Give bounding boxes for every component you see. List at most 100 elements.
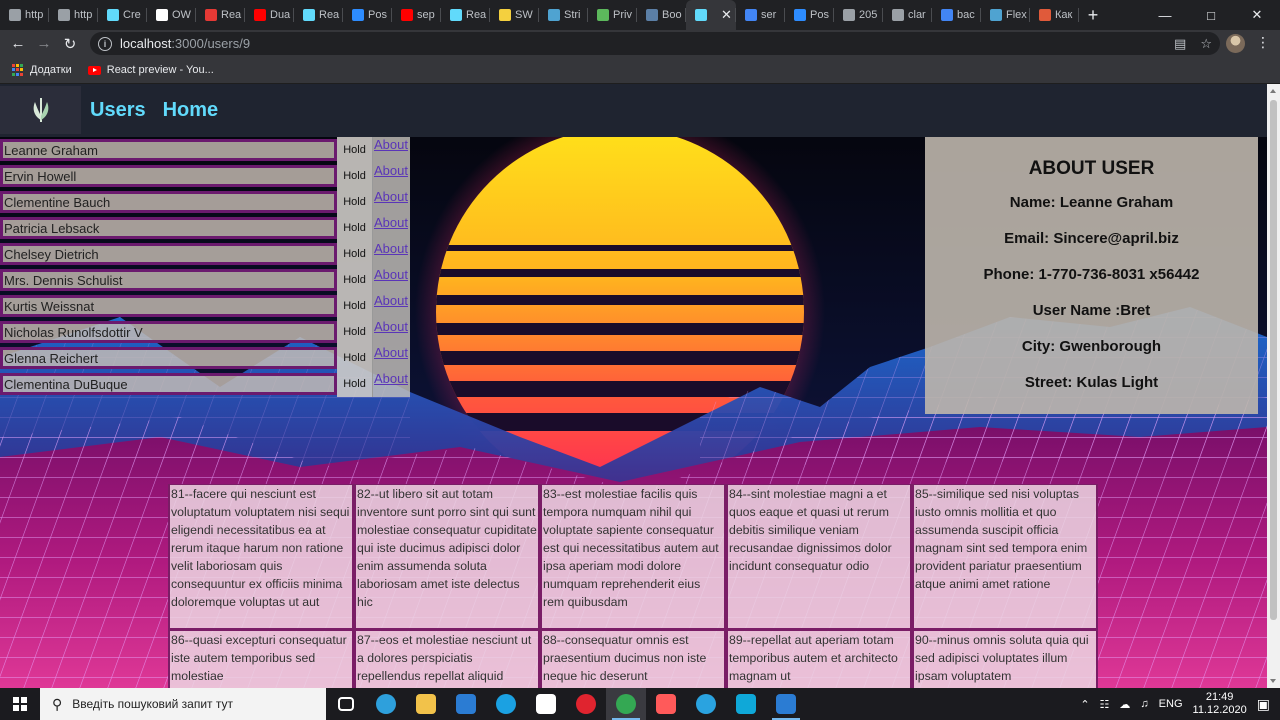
scroll-up-icon[interactable]: [1270, 89, 1276, 93]
back-arrow-icon[interactable]: ←: [5, 30, 31, 57]
hold-button[interactable]: Hold: [337, 267, 373, 293]
hold-button[interactable]: Hold: [337, 215, 373, 241]
about-link[interactable]: About: [373, 319, 410, 345]
browser-tab[interactable]: Dua: [245, 0, 294, 30]
hold-button[interactable]: Hold: [337, 137, 373, 163]
browser-tab[interactable]: ✕: [686, 0, 736, 30]
tab-label: Stri: [564, 9, 581, 21]
page-scrollbar[interactable]: [1267, 84, 1280, 688]
browser-tab[interactable]: http: [0, 0, 49, 30]
browser-tab[interactable]: ser: [736, 0, 785, 30]
taskbar-search[interactable]: ⚲ Введіть пошуковий запит тут: [40, 688, 326, 720]
taskbar-app[interactable]: [566, 688, 606, 720]
hold-button[interactable]: Hold: [337, 189, 373, 215]
app-logo[interactable]: [0, 85, 81, 134]
browser-tab[interactable]: Как: [1030, 0, 1079, 30]
taskbar-app[interactable]: [766, 688, 806, 720]
tray-chevron-icon[interactable]: ⌃: [1080, 698, 1089, 711]
scroll-down-icon[interactable]: [1270, 679, 1276, 683]
user-row: Ervin Howell Hold About: [0, 163, 410, 189]
browser-tab[interactable]: Rea: [441, 0, 490, 30]
browser-tab[interactable]: Rea: [196, 0, 245, 30]
taskbar-app[interactable]: [406, 688, 446, 720]
browser-tab[interactable]: http: [49, 0, 98, 30]
taskbar-app[interactable]: [646, 688, 686, 720]
taskbar-app[interactable]: [606, 688, 646, 720]
post-card: 85--similique sed nisi voluptas iusto om…: [912, 484, 1098, 630]
flex-icon: [990, 9, 1002, 21]
hold-button[interactable]: Hold: [337, 293, 373, 319]
address-url: localhost:3000/users/9: [120, 36, 250, 51]
about-link[interactable]: About: [373, 189, 410, 215]
youtube-icon: [401, 9, 413, 21]
browser-tab[interactable]: Pos: [785, 0, 834, 30]
about-link[interactable]: About: [373, 345, 410, 371]
post-card: 88--consequatur omnis est praesentium du…: [540, 630, 726, 688]
about-link[interactable]: About: [373, 241, 410, 267]
user-name: Ervin Howell: [0, 165, 337, 187]
nav-home-link[interactable]: Home: [163, 99, 219, 122]
zoom-icon: [656, 694, 676, 714]
reload-icon[interactable]: ↻: [57, 30, 83, 57]
hold-button[interactable]: Hold: [337, 319, 373, 345]
tray-language[interactable]: ENG: [1159, 698, 1183, 710]
minimize-icon[interactable]: —: [1142, 0, 1188, 30]
browser-tab[interactable]: Flex: [981, 0, 1030, 30]
maximize-icon[interactable]: □: [1188, 0, 1234, 30]
browser-tab[interactable]: Stri: [539, 0, 588, 30]
user-name: Nicholas Runolfsdottir V: [0, 321, 337, 343]
taskbar-app[interactable]: [366, 688, 406, 720]
taskbar-app[interactable]: [446, 688, 486, 720]
browser-tab[interactable]: SW: [490, 0, 539, 30]
browser-tab[interactable]: bac: [932, 0, 981, 30]
hold-button[interactable]: Hold: [337, 345, 373, 371]
browser-tab[interactable]: sep: [392, 0, 441, 30]
window-controls: — □ ✕: [1142, 0, 1280, 30]
tray-cloud-icon[interactable]: ☁: [1119, 698, 1130, 711]
taskbar-app[interactable]: [726, 688, 766, 720]
browser-tab[interactable]: Priv: [588, 0, 637, 30]
hold-button[interactable]: Hold: [337, 241, 373, 267]
tray-clock[interactable]: 21:49 11.12.2020: [1193, 691, 1247, 717]
about-link[interactable]: About: [373, 163, 410, 189]
close-window-icon[interactable]: ✕: [1234, 0, 1280, 30]
bookmark-apps[interactable]: Додатки: [12, 64, 72, 76]
translate-icon[interactable]: ▤: [1174, 36, 1186, 52]
tray-network-icon[interactable]: ☷: [1100, 698, 1110, 711]
browser-menu-icon[interactable]: ⋮: [1256, 34, 1270, 51]
taskbar-app[interactable]: [526, 688, 566, 720]
about-link[interactable]: About: [373, 137, 410, 163]
browser-tab[interactable]: clar: [883, 0, 932, 30]
notifications-icon[interactable]: ▣: [1257, 696, 1270, 713]
new-tab-button[interactable]: +: [1079, 0, 1107, 30]
hold-button[interactable]: Hold: [337, 371, 373, 397]
about-link[interactable]: About: [373, 267, 410, 293]
address-bar[interactable]: i localhost:3000/users/9 ▤ ☆: [90, 32, 1220, 55]
start-button[interactable]: [0, 688, 40, 720]
browser-tab[interactable]: Pos: [343, 0, 392, 30]
close-tab-icon[interactable]: ✕: [721, 7, 732, 23]
about-link[interactable]: About: [373, 371, 410, 397]
hold-button[interactable]: Hold: [337, 163, 373, 189]
browser-tab[interactable]: Rea: [294, 0, 343, 30]
about-link[interactable]: About: [373, 215, 410, 241]
scrollbar-thumb[interactable]: [1270, 100, 1277, 620]
taskbar-app[interactable]: [326, 688, 366, 720]
nav-users-link[interactable]: Users: [90, 99, 146, 122]
bookmark-react-preview[interactable]: React preview - You...: [87, 64, 214, 76]
forward-arrow-icon[interactable]: →: [31, 30, 57, 57]
tab-label: sep: [417, 9, 435, 21]
tray-volume-icon[interactable]: ♫: [1140, 698, 1148, 710]
taskbar-app[interactable]: [486, 688, 526, 720]
post-card: 83--est molestiae facilis quis tempora n…: [540, 484, 726, 630]
browser-tab[interactable]: OW: [147, 0, 196, 30]
about-link[interactable]: About: [373, 293, 410, 319]
bookmark-star-icon[interactable]: ☆: [1200, 36, 1212, 52]
browser-tab[interactable]: Cre: [98, 0, 147, 30]
site-info-icon[interactable]: i: [98, 36, 112, 51]
browser-tab[interactable]: 205: [834, 0, 883, 30]
taskbar-app[interactable]: [686, 688, 726, 720]
browser-tab[interactable]: Boo: [637, 0, 686, 30]
user-row: Glenna Reichert Hold About: [0, 345, 410, 371]
profile-avatar[interactable]: [1226, 34, 1245, 53]
